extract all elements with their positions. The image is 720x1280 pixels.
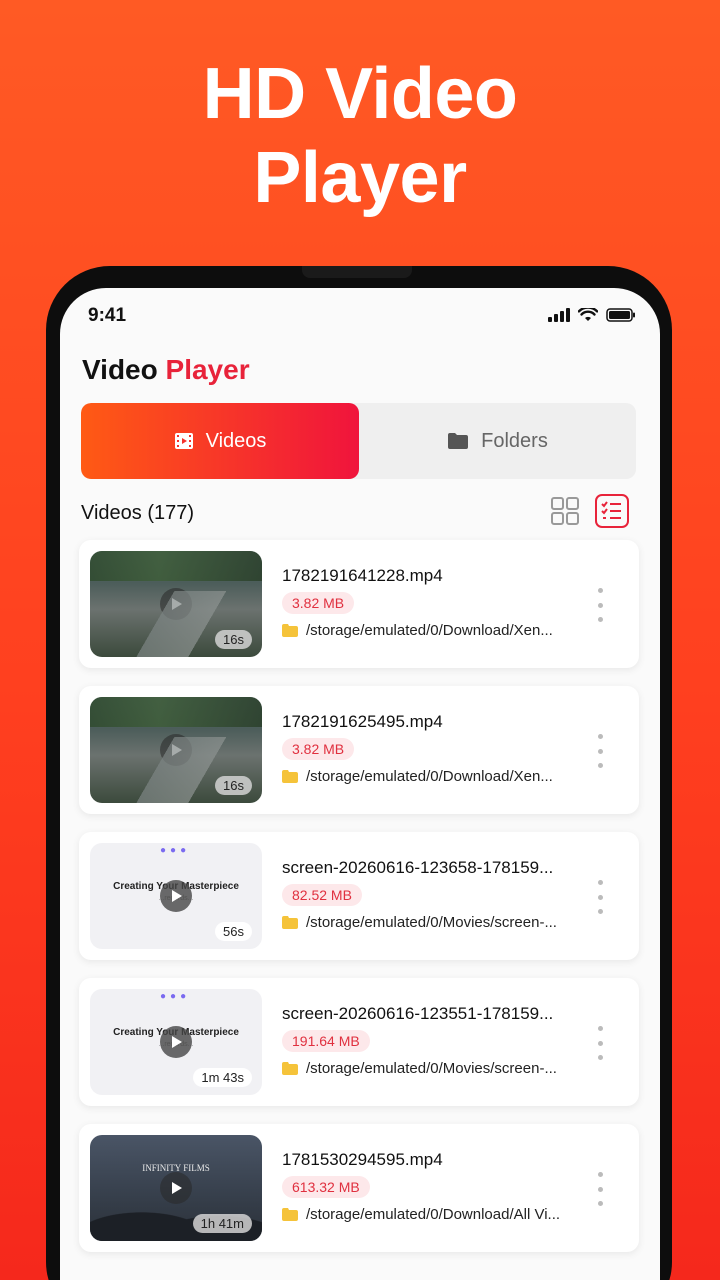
size-badge: 613.32 MB (282, 1176, 370, 1198)
video-thumbnail[interactable]: INFINITY FILMS 1h 41m (90, 1135, 262, 1241)
battery-icon (606, 308, 635, 322)
tab-folders[interactable]: Folders (359, 403, 636, 479)
video-path: /storage/emulated/0/Movies/screen-... (282, 1060, 557, 1077)
videos-count-label: Videos (177) (81, 502, 195, 524)
play-icon (160, 588, 192, 620)
app-title-accent: Player (165, 354, 250, 385)
duration-badge: 16s (215, 776, 252, 795)
video-filename: screen-20260616-123658-178159... (282, 858, 554, 877)
video-path: /storage/emulated/0/Movies/screen-... (282, 914, 557, 931)
status-icons (548, 308, 636, 322)
duration-badge: 56s (215, 922, 252, 941)
wifi-icon (578, 308, 598, 321)
more-options-icon[interactable] (593, 588, 607, 622)
more-options-icon[interactable] (593, 734, 607, 768)
app-title-prefix: Video (82, 354, 158, 385)
folder-icon (282, 624, 298, 637)
list-view-icon[interactable] (595, 494, 629, 528)
size-badge: 191.64 MB (282, 1030, 370, 1052)
promo-headline: HD Video Player (0, 52, 720, 220)
video-thumbnail[interactable]: 16s (90, 551, 262, 657)
video-path-text: /storage/emulated/0/Download/Xen... (306, 622, 553, 639)
play-icon (160, 1172, 192, 1204)
grid-view-icon[interactable] (550, 496, 580, 526)
tab-videos-label: Videos (205, 429, 267, 452)
size-badge: 82.52 MB (282, 884, 362, 906)
play-icon (160, 880, 192, 912)
video-path: /storage/emulated/0/Download/Xen... (282, 622, 553, 639)
status-time: 9:41 (88, 305, 127, 326)
video-filename: 1781530294595.mp4 (282, 1150, 443, 1169)
app-title: Video Player (82, 354, 250, 386)
duration-badge: 1h 41m (192, 1214, 252, 1233)
folder-icon (282, 1208, 298, 1221)
video-thumbnail[interactable]: 16s (90, 697, 262, 803)
size-badge: 3.82 MB (282, 592, 355, 614)
folder-icon (282, 770, 298, 783)
play-icon (160, 734, 192, 766)
thumbnail-dots: ●●● (160, 845, 191, 856)
video-path-text: /storage/emulated/0/Movies/screen-... (306, 1060, 557, 1077)
phone-speaker (302, 266, 412, 278)
promo-line-2: Player (253, 138, 467, 218)
video-card[interactable]: INFINITY FILMS 1h 41m 1781530294595.mp4 … (79, 1124, 639, 1252)
play-icon (160, 1026, 192, 1058)
tab-bar: Videos Folders (81, 403, 636, 479)
video-thumbnail[interactable]: ●●● Creating Your Masterpiece ...records… (90, 843, 262, 949)
thumbnail-dots: ●●● (160, 991, 191, 1002)
video-filename: 1782191641228.mp4 (282, 566, 443, 585)
video-card[interactable]: 16s 1782191625495.mp4 3.82 MB /storage/e… (79, 686, 639, 814)
tab-folders-label: Folders (481, 429, 548, 452)
video-list: 16s 1782191641228.mp4 3.82 MB /storage/e… (79, 540, 639, 1270)
video-path-text: /storage/emulated/0/Download/Xen... (306, 768, 553, 785)
video-card[interactable]: ●●● Creating Your Masterpiece ...records… (79, 832, 639, 960)
video-card[interactable]: ●●● Creating Your Masterpiece ...records… (79, 978, 639, 1106)
more-options-icon[interactable] (593, 1172, 607, 1206)
more-options-icon[interactable] (593, 880, 607, 914)
video-path: /storage/emulated/0/Download/Xen... (282, 768, 553, 785)
folder-icon (282, 916, 298, 929)
duration-badge: 16s (215, 630, 252, 649)
checklist-icon (601, 501, 621, 519)
promo-line-1: HD Video (202, 54, 518, 134)
film-icon (174, 433, 193, 449)
video-path-text: /storage/emulated/0/Movies/screen-... (306, 914, 557, 931)
folder-icon (448, 433, 469, 449)
more-options-icon[interactable] (593, 1026, 607, 1060)
video-thumbnail[interactable]: ●●● Creating Your Masterpiece ...records… (90, 989, 262, 1095)
signal-icon (548, 308, 570, 322)
video-filename: screen-20260616-123551-178159... (282, 1004, 554, 1023)
video-card[interactable]: 16s 1782191641228.mp4 3.82 MB /storage/e… (79, 540, 639, 668)
video-path-text: /storage/emulated/0/Download/All Vi... (306, 1206, 561, 1223)
folder-icon (282, 1062, 298, 1075)
size-badge: 3.82 MB (282, 738, 355, 760)
tab-videos[interactable]: Videos (81, 403, 359, 479)
duration-badge: 1m 43s (193, 1068, 252, 1087)
app-screen: 9:41 Video Player Videos Folders Videos … (60, 288, 660, 1280)
video-path: /storage/emulated/0/Download/All Vi... (282, 1206, 560, 1223)
video-filename: 1782191625495.mp4 (282, 712, 443, 731)
